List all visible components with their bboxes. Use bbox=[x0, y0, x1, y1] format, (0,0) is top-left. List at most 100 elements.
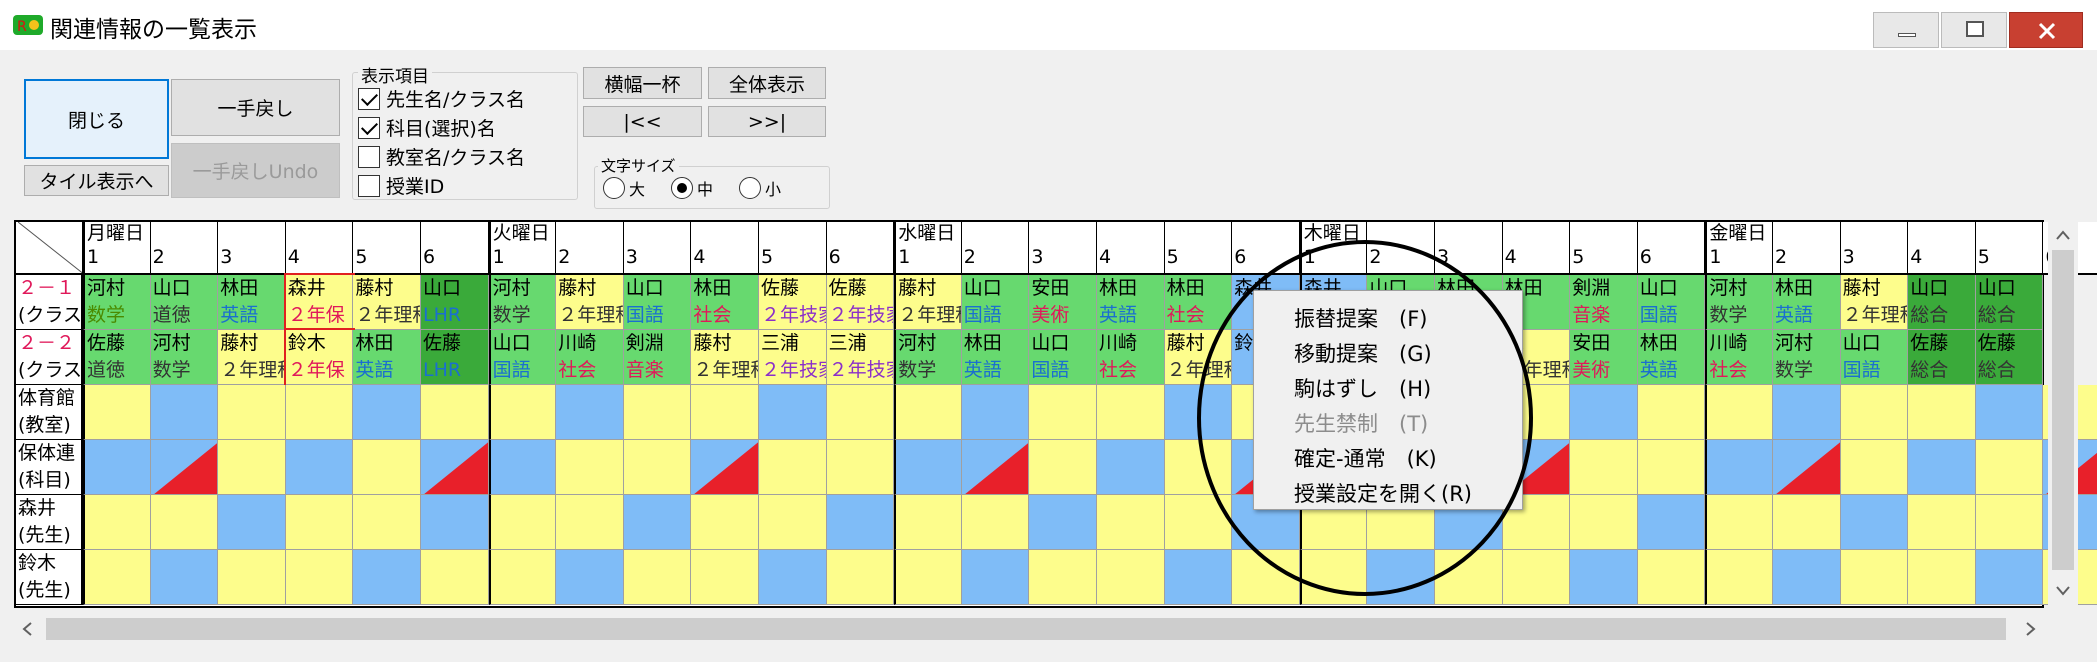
radio-circle[interactable] bbox=[603, 177, 625, 199]
lesson-cell[interactable] bbox=[961, 550, 1030, 605]
lesson-cell[interactable] bbox=[218, 550, 286, 605]
lesson-cell[interactable] bbox=[1637, 495, 1706, 550]
lesson-cell[interactable] bbox=[150, 440, 219, 495]
lesson-cell[interactable] bbox=[83, 550, 151, 605]
lesson-cell[interactable]: 山口 国語 bbox=[1840, 330, 1909, 385]
lesson-cell[interactable] bbox=[556, 495, 624, 550]
lesson-cell[interactable] bbox=[894, 550, 962, 605]
lesson-cell[interactable]: 河村 数学 bbox=[894, 330, 962, 385]
lesson-cell[interactable]: 林田 社会 bbox=[691, 275, 759, 330]
lesson-cell[interactable] bbox=[1637, 440, 1706, 495]
checkbox-box[interactable] bbox=[358, 174, 380, 197]
lesson-cell[interactable] bbox=[1029, 440, 1097, 495]
lesson-cell[interactable]: 鈴木 ２年保 bbox=[283, 328, 356, 387]
lesson-cell[interactable] bbox=[1975, 440, 2044, 495]
lesson-cell[interactable] bbox=[1840, 495, 1909, 550]
lesson-cell[interactable] bbox=[826, 550, 895, 605]
lesson-cell[interactable] bbox=[1570, 440, 1638, 495]
lesson-cell[interactable] bbox=[1908, 440, 1976, 495]
lesson-cell[interactable] bbox=[83, 385, 151, 440]
lesson-cell[interactable] bbox=[1705, 385, 1773, 440]
lesson-cell[interactable] bbox=[1705, 440, 1773, 495]
lesson-cell[interactable] bbox=[759, 495, 827, 550]
lesson-cell[interactable]: 剣淵 音楽 bbox=[1570, 275, 1638, 330]
lesson-cell[interactable]: 林田 英語 bbox=[1097, 275, 1165, 330]
lesson-cell[interactable]: 山口 総合 bbox=[1908, 275, 1976, 330]
lesson-cell[interactable]: 安田 美術 bbox=[1029, 275, 1097, 330]
lesson-cell[interactable] bbox=[759, 550, 827, 605]
lesson-cell[interactable] bbox=[691, 495, 759, 550]
font-size-radio[interactable]: 大 bbox=[603, 176, 645, 200]
lesson-cell[interactable] bbox=[1097, 495, 1165, 550]
lesson-cell[interactable]: 河村 数学 bbox=[1705, 275, 1773, 330]
horizontal-scrollbar[interactable] bbox=[14, 613, 2044, 645]
checkbox-box[interactable] bbox=[358, 145, 380, 168]
lesson-cell[interactable] bbox=[1773, 385, 1841, 440]
lesson-cell[interactable] bbox=[285, 440, 354, 495]
lesson-cell[interactable] bbox=[691, 550, 759, 605]
lesson-cell[interactable] bbox=[1097, 550, 1165, 605]
lesson-cell[interactable]: 三浦 ２年技家 bbox=[826, 330, 895, 385]
font-size-radio[interactable]: 小 bbox=[739, 176, 781, 200]
first-page-button[interactable]: |<< bbox=[583, 106, 702, 137]
lesson-cell[interactable] bbox=[150, 550, 219, 605]
lesson-cell[interactable]: 佐藤 総合 bbox=[1975, 330, 2044, 385]
maximize-button[interactable] bbox=[1941, 12, 2007, 48]
lesson-cell[interactable]: 佐藤 ２年技家 bbox=[759, 275, 827, 330]
lesson-cell[interactable] bbox=[623, 440, 692, 495]
lesson-cell[interactable] bbox=[83, 495, 151, 550]
lesson-cell[interactable] bbox=[421, 440, 489, 495]
lesson-cell[interactable] bbox=[826, 495, 895, 550]
lesson-cell[interactable] bbox=[1975, 385, 2044, 440]
lesson-cell[interactable]: 林田 英語 bbox=[1637, 330, 1706, 385]
lesson-cell[interactable] bbox=[285, 550, 354, 605]
lesson-cell[interactable]: 佐藤 LHR bbox=[421, 330, 489, 385]
lesson-cell[interactable] bbox=[1029, 385, 1097, 440]
lesson-cell[interactable] bbox=[353, 495, 421, 550]
lesson-cell[interactable] bbox=[1570, 495, 1638, 550]
lesson-cell[interactable] bbox=[894, 440, 962, 495]
lesson-cell[interactable] bbox=[1637, 385, 1706, 440]
lesson-cell[interactable] bbox=[1570, 550, 1638, 605]
checkbox-box[interactable] bbox=[358, 87, 380, 110]
lesson-cell[interactable] bbox=[1840, 550, 1909, 605]
lesson-cell[interactable] bbox=[623, 495, 692, 550]
lesson-cell[interactable]: 藤村 ２年理科 bbox=[1840, 275, 1909, 330]
lesson-cell[interactable] bbox=[218, 495, 286, 550]
lesson-cell[interactable] bbox=[285, 495, 354, 550]
lesson-cell[interactable]: 林田 英語 bbox=[961, 330, 1030, 385]
fit-width-button[interactable]: 横幅一杯 bbox=[583, 67, 702, 99]
show-all-button[interactable]: 全体表示 bbox=[708, 67, 826, 99]
lesson-cell[interactable]: 山口 LHR bbox=[421, 275, 489, 330]
display-item-checkbox[interactable]: 科目(選択)名 bbox=[358, 114, 496, 141]
minimize-button[interactable] bbox=[1873, 12, 1939, 48]
lesson-cell[interactable]: 森井 ２年保 bbox=[283, 273, 356, 332]
lesson-cell[interactable] bbox=[894, 385, 962, 440]
lesson-cell[interactable]: 山口 国語 bbox=[623, 275, 692, 330]
lesson-cell[interactable] bbox=[1840, 440, 1909, 495]
lesson-cell[interactable] bbox=[488, 495, 557, 550]
lesson-cell[interactable] bbox=[421, 550, 489, 605]
lesson-cell[interactable]: 藤村 ２年理科 bbox=[894, 275, 962, 330]
lesson-cell[interactable] bbox=[421, 385, 489, 440]
tile-view-button[interactable]: タイル表示へ bbox=[24, 165, 169, 196]
lesson-cell[interactable] bbox=[353, 385, 421, 440]
lesson-cell[interactable] bbox=[1908, 495, 1976, 550]
display-item-checkbox[interactable]: 先生名/クラス名 bbox=[358, 85, 525, 112]
lesson-cell[interactable]: 河村 数学 bbox=[150, 330, 219, 385]
lesson-cell[interactable] bbox=[1975, 495, 2044, 550]
lesson-cell[interactable] bbox=[1097, 385, 1165, 440]
row-header[interactable]: 体育館 (教室) bbox=[16, 385, 83, 440]
lesson-cell[interactable]: 山口 道徳 bbox=[150, 275, 219, 330]
lesson-cell[interactable]: 林田 英語 bbox=[353, 330, 421, 385]
lesson-cell[interactable]: 川崎 社会 bbox=[1097, 330, 1165, 385]
lesson-cell[interactable] bbox=[1773, 495, 1841, 550]
radio-circle[interactable] bbox=[739, 177, 761, 199]
last-page-button[interactable]: >>| bbox=[708, 106, 826, 137]
row-header[interactable]: 保体連 (科目) bbox=[16, 440, 83, 495]
checkbox-box[interactable] bbox=[358, 116, 380, 139]
font-size-radio[interactable]: 中 bbox=[671, 176, 713, 200]
lesson-cell[interactable] bbox=[556, 440, 624, 495]
lesson-cell[interactable] bbox=[1773, 550, 1841, 605]
vertical-scrollbar[interactable] bbox=[2048, 220, 2078, 608]
